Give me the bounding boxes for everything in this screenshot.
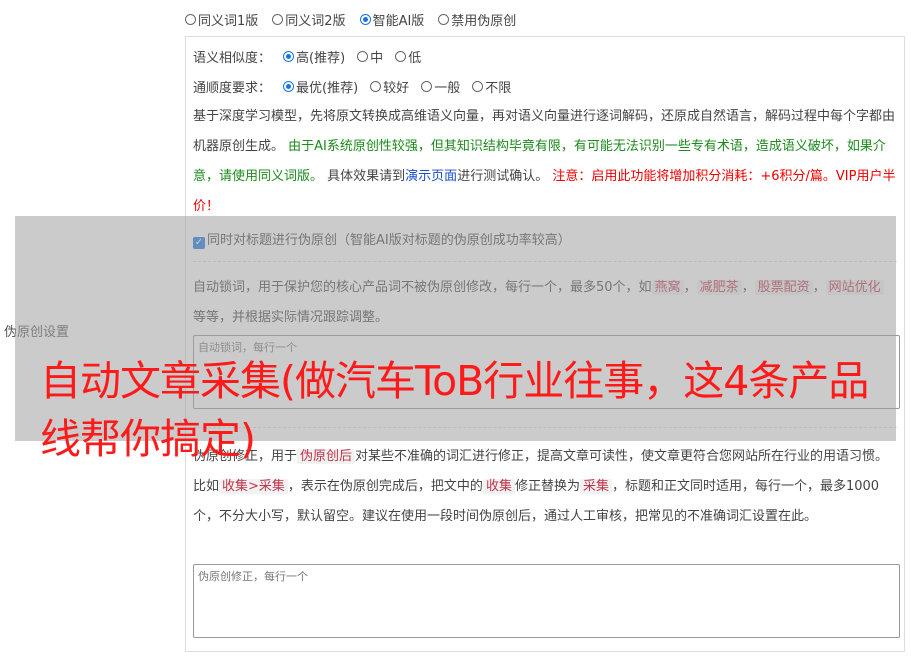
radio-checked-icon[interactable]	[359, 14, 371, 25]
example-tag: 减肥茶	[696, 280, 742, 295]
radio-icon[interactable]	[370, 81, 382, 92]
ai-settings-panel: 语义相似度： 高(推荐) 中 低 通顺度要求： 最优(推荐) 较好 一般 不限 …	[185, 36, 905, 652]
example-tag: 股票配资	[754, 280, 813, 295]
similarity-medium[interactable]: 中	[357, 47, 383, 66]
engine-radio-group: 同义词1版 同义词2版 智能AI版 禁用伪原创	[185, 10, 516, 29]
radio-icon[interactable]	[185, 14, 196, 25]
radio-icon[interactable]	[421, 81, 433, 92]
engine-option-synonym2[interactable]: 同义词2版	[272, 10, 346, 29]
fluency-label: 通顺度要求：	[193, 81, 272, 96]
radio-checked-icon[interactable]	[283, 81, 295, 92]
fluency-any[interactable]: 不限	[472, 77, 511, 96]
fluency-best[interactable]: 最优(推荐)	[283, 77, 358, 96]
engine-option-ai[interactable]: 智能AI版	[359, 10, 424, 29]
article-headline-overlay: 自动文章采集(做汽车ToB行业往事，这4条产品线帮你搞定)	[40, 357, 869, 463]
radio-icon[interactable]	[438, 14, 450, 25]
ai-description: 基于深度学习模型，先将原文转换成高维语义向量，再对语义向量进行逐词解码，还原成自…	[193, 109, 896, 214]
radio-icon[interactable]	[395, 51, 407, 62]
fluency-normal[interactable]: 一般	[421, 77, 460, 96]
example-tag: 收集	[482, 479, 515, 494]
example-tag: 收集>采集	[219, 479, 288, 494]
similarity-low[interactable]: 低	[395, 47, 421, 66]
fluency-row: 通顺度要求： 最优(推荐) 较好 一般 不限	[193, 77, 511, 96]
title-checkbox-row[interactable]: ✓ 同时对标题进行伪原创（智能AI版对标题的伪原创成功率较高）	[193, 229, 571, 249]
engine-option-synonym1[interactable]: 同义词1版	[185, 10, 258, 29]
engine-option-disable[interactable]: 禁用伪原创	[438, 10, 516, 29]
similarity-high[interactable]: 高(推荐)	[283, 47, 345, 66]
similarity-row: 语义相似度： 高(推荐) 中 低	[193, 47, 421, 66]
radio-checked-icon[interactable]	[283, 51, 295, 62]
divider	[193, 261, 897, 262]
radio-icon[interactable]	[272, 14, 284, 25]
demo-page-link[interactable]: 演示页面	[405, 169, 457, 184]
example-tag: 网站优化	[825, 280, 884, 295]
similarity-label: 语义相似度：	[193, 51, 272, 66]
lock-words-description: 自动锁词，用于保护您的核心产品词不被伪原创修改，每行一个，最多50个，如 燕窝，减…	[193, 273, 898, 333]
example-tag: 燕窝	[651, 280, 684, 295]
title-checkbox-label: 同时对标题进行伪原创（智能AI版对标题的伪原创成功率较高）	[207, 233, 571, 248]
checkbox-checked-icon[interactable]: ✓	[193, 237, 205, 249]
correction-textarea[interactable]	[193, 564, 900, 638]
radio-icon[interactable]	[357, 51, 369, 62]
pseudo-original-settings-label: 伪原创设置	[4, 325, 70, 340]
fluency-good[interactable]: 较好	[370, 77, 409, 96]
radio-icon[interactable]	[472, 81, 484, 92]
example-tag: 采集	[579, 479, 612, 494]
